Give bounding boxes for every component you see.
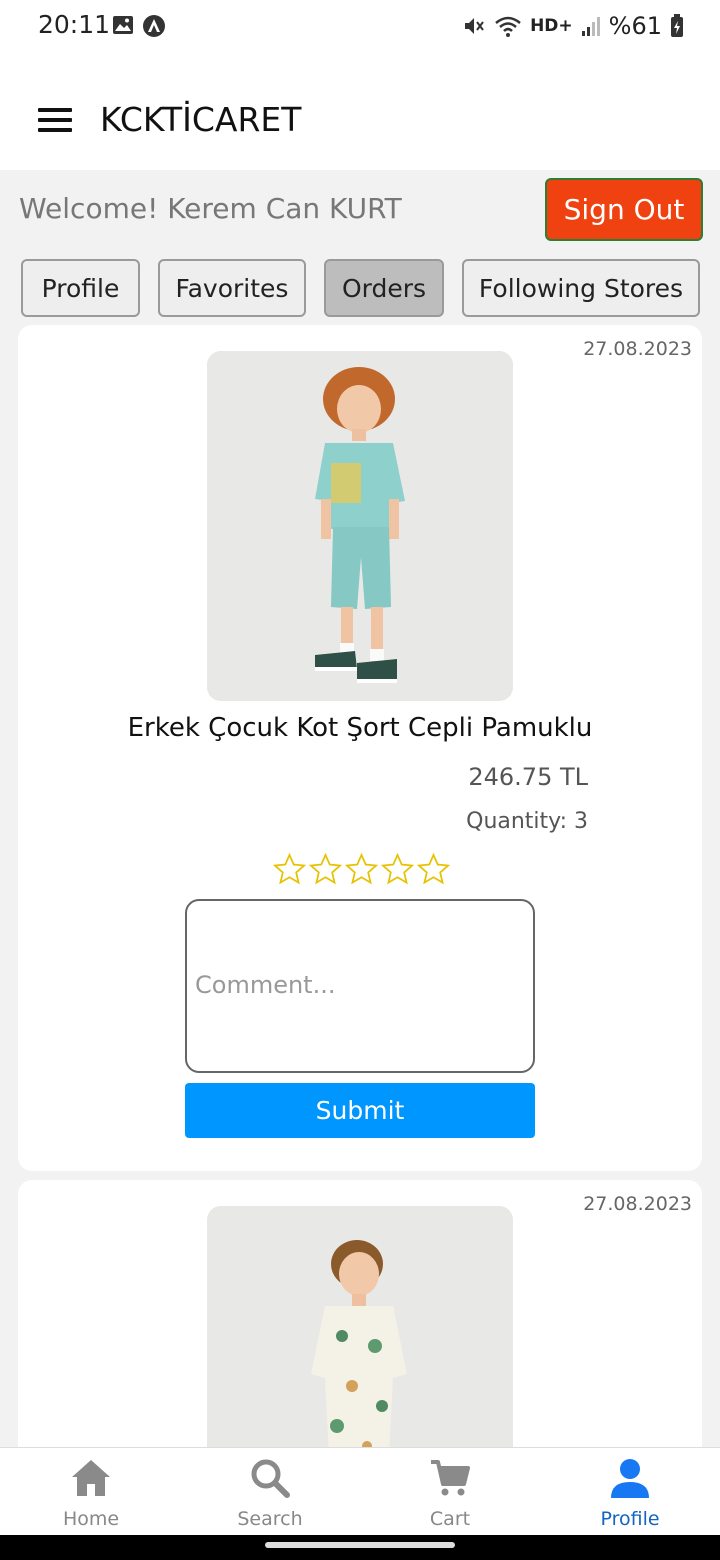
tab-following-stores[interactable]: Following Stores	[462, 259, 700, 317]
order-date: 27.08.2023	[583, 338, 692, 360]
nav-cart-label: Cart	[429, 1508, 471, 1530]
gallery-icon	[113, 16, 133, 34]
star-icon[interactable]	[308, 852, 343, 887]
star-icon[interactable]	[380, 852, 415, 887]
home-icon	[72, 1460, 110, 1496]
order-date: 27.08.2023	[583, 1193, 692, 1215]
tab-profile[interactable]: Profile	[21, 259, 140, 317]
submit-button[interactable]: Submit	[185, 1083, 535, 1138]
search-icon	[251, 1459, 290, 1498]
network-type: HD+	[530, 16, 573, 36]
status-left-icons	[112, 14, 166, 38]
status-bar: 20:11 HD+ %61	[0, 0, 720, 56]
star-icon[interactable]	[272, 852, 307, 887]
nav-home[interactable]: Home	[1, 1448, 181, 1536]
app-bar: KCKTİCARET	[0, 56, 720, 170]
product-photo-child-shorts	[207, 351, 513, 701]
product-price: 246.75 TL	[468, 763, 588, 791]
order-card: 27.08.2023	[18, 325, 702, 1171]
bottom-navigation: Home Search Cart Profile	[0, 1447, 720, 1535]
sign-out-button[interactable]: Sign Out	[545, 178, 703, 241]
product-name: Erkek Çocuk Kot Şort Cepli Pamuklu	[127, 713, 593, 743]
wifi-icon	[495, 16, 521, 37]
app-title: KCKTİCARET	[100, 100, 302, 139]
nav-search[interactable]: Search	[180, 1448, 360, 1536]
tab-orders[interactable]: Orders	[324, 259, 444, 317]
mute-icon	[465, 18, 484, 34]
gesture-bar	[0, 1535, 720, 1560]
status-time: 20:11	[38, 10, 111, 39]
signal-icon	[581, 17, 600, 36]
star-icon[interactable]	[416, 852, 451, 887]
order-quantity: Quantity: 3	[466, 809, 588, 834]
tab-favorites[interactable]: Favorites	[158, 259, 306, 317]
status-right-icons: HD+ %61	[462, 12, 684, 40]
product-image[interactable]	[207, 351, 513, 701]
nav-profile-label: Profile	[600, 1508, 660, 1530]
nav-cart[interactable]: Cart	[360, 1448, 540, 1536]
star-icon[interactable]	[344, 852, 379, 887]
app-notification-icon	[143, 15, 165, 37]
cart-icon	[431, 1460, 470, 1496]
battery-text: %61	[608, 12, 662, 40]
profile-icon	[611, 1459, 649, 1498]
profile-tabs: Profile Favorites Orders Following Store…	[0, 259, 720, 317]
rating-stars	[272, 852, 451, 887]
comment-input[interactable]	[185, 899, 535, 1073]
nav-home-label: Home	[62, 1508, 120, 1530]
hamburger-menu-icon[interactable]	[38, 108, 72, 134]
nav-search-label: Search	[237, 1508, 303, 1530]
welcome-text: Welcome! Kerem Can KURT	[19, 192, 402, 225]
nav-profile[interactable]: Profile	[540, 1448, 720, 1536]
battery-icon	[671, 14, 683, 37]
home-gesture-pill[interactable]	[265, 1542, 455, 1548]
